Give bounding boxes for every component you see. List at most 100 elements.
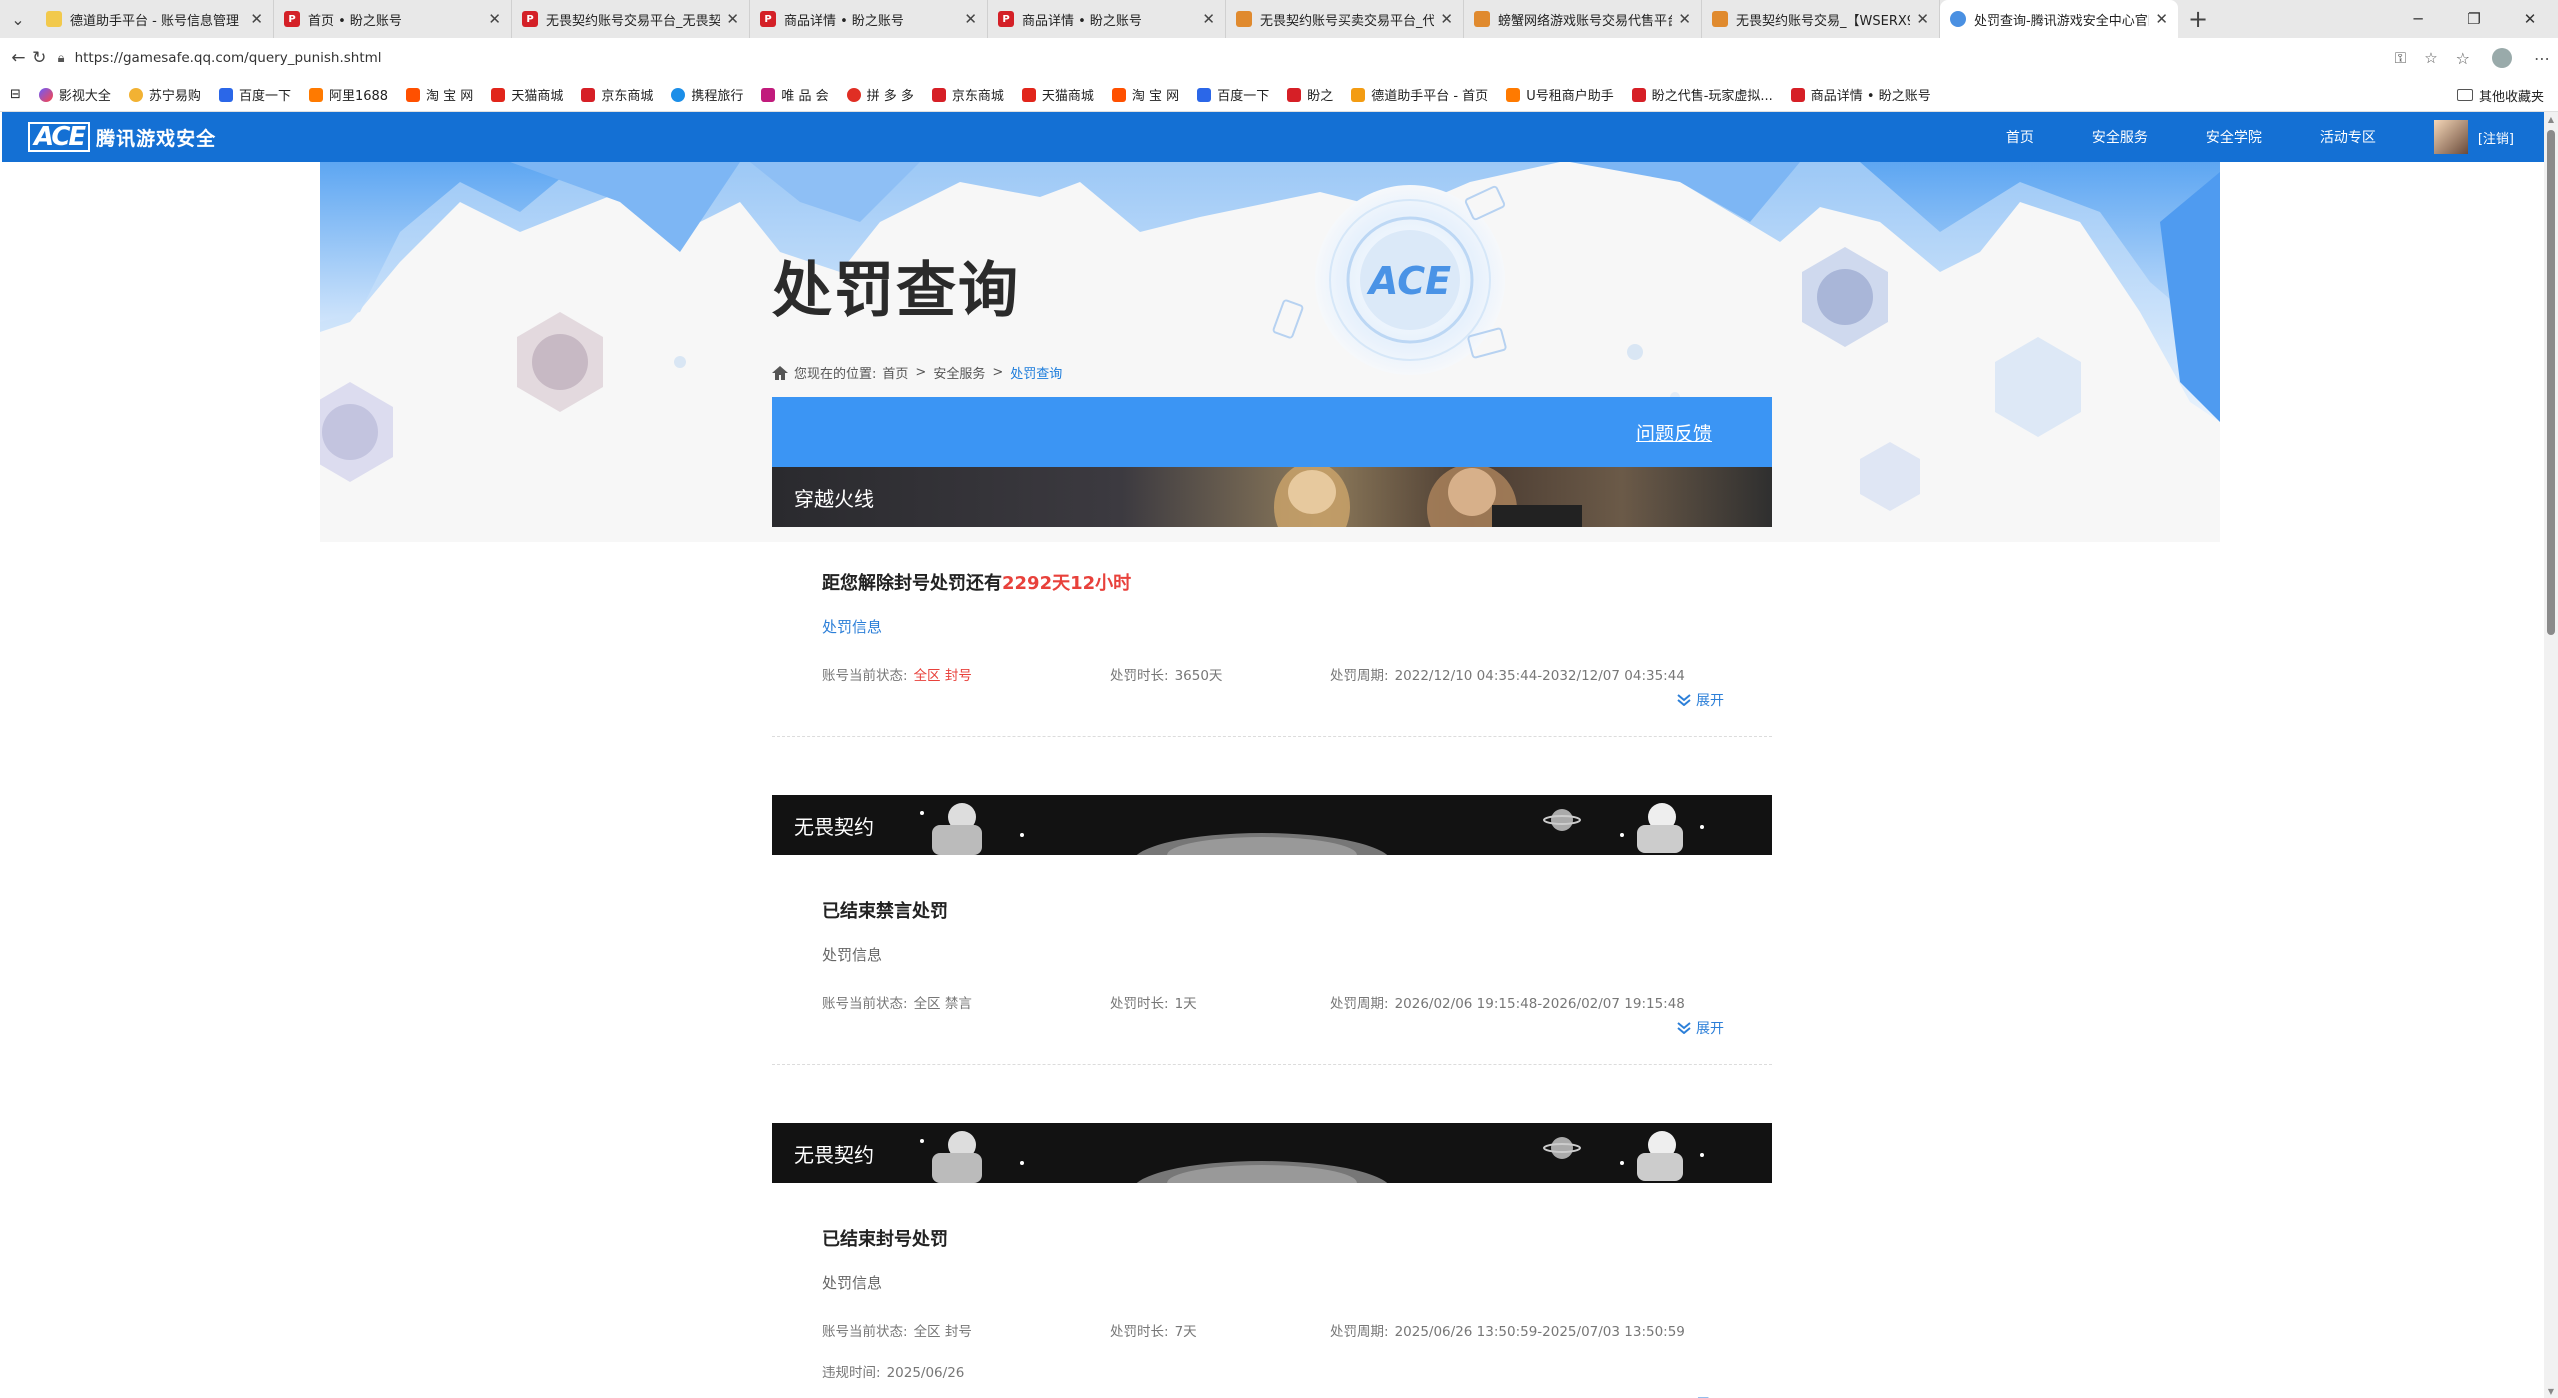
back-arrow-icon[interactable]: ← — [8, 42, 29, 74]
dog-favicon-icon — [46, 11, 62, 27]
bookmark-item[interactable]: 淘 宝 网 — [1111, 85, 1179, 104]
bookmark-item[interactable]: 拼 多 多 — [846, 85, 914, 104]
bookmark-item[interactable]: 淘 宝 网 — [406, 85, 473, 104]
bookmark-item[interactable]: 商品详情 • 盼之账号 — [1790, 85, 1931, 104]
browser-tab[interactable]: 无畏契约账号买卖交易平台_代售买 ✕ — [1226, 0, 1464, 38]
tab-list-chevron-icon[interactable]: ⌄ — [0, 0, 36, 38]
bookmark-item[interactable]: 京东商城 — [581, 85, 653, 104]
bookmark-favicon-icon — [761, 87, 776, 102]
tiger-favicon-icon — [1474, 11, 1490, 27]
reload-icon[interactable]: ↻ — [29, 42, 50, 74]
breadcrumb-current[interactable]: 处罚查询 — [1010, 363, 1062, 382]
favorite-star-icon[interactable]: ☆ — [2424, 49, 2437, 67]
site-logo[interactable]: ACE 腾讯游戏安全 — [28, 122, 216, 152]
scroll-down-arrow-icon[interactable]: ▼ — [2544, 1384, 2558, 1398]
favorites-list-icon[interactable]: ☆ — [2456, 49, 2470, 68]
logout-link[interactable]: [注销] — [2478, 128, 2514, 147]
bookmark-item[interactable]: 盼之 — [1287, 85, 1333, 104]
logo-text: 腾讯游戏安全 — [96, 127, 217, 150]
bookmark-favicon-icon — [1287, 87, 1302, 102]
browser-tab[interactable]: 螃蟹网络游戏账号交易代售平台-全 ✕ — [1464, 0, 1702, 38]
bookmark-item[interactable]: 天猫商城 — [491, 85, 563, 104]
expand-button[interactable]: 展开 — [1676, 690, 1724, 710]
tab-label: 螃蟹网络游戏账号交易代售平台-全 — [1498, 13, 1672, 29]
bookmark-item[interactable]: 影视大全 — [38, 85, 111, 104]
breadcrumb-security-services[interactable]: 安全服务 — [933, 363, 985, 382]
close-icon[interactable]: ✕ — [1202, 10, 1215, 28]
punishment-info-link[interactable]: 处罚信息 — [822, 616, 882, 637]
bookmark-item[interactable]: 百度一下 — [218, 85, 291, 104]
bookmark-item[interactable]: 百度一下 — [1197, 85, 1269, 104]
scrollbar-thumb[interactable] — [2547, 130, 2555, 635]
window-controls: ─ ❐ ✕ — [2390, 0, 2558, 38]
nav-home[interactable]: 首页 — [2006, 127, 2034, 147]
status-label: 账号当前状态: — [822, 996, 908, 1012]
more-menu-icon[interactable]: ⋯ — [2534, 49, 2550, 68]
nav-security-services[interactable]: 安全服务 — [2092, 127, 2148, 147]
expand-label: 展开 — [1696, 1021, 1724, 1037]
close-icon[interactable]: ✕ — [250, 10, 263, 28]
site-header: ACE 腾讯游戏安全 首页 安全服务 安全学院 活动专区 [注销] — [2, 112, 2544, 162]
user-avatar[interactable] — [2433, 120, 2468, 154]
browser-tab[interactable]: P 无畏契约账号交易平台_无畏契约 ✕ — [512, 0, 750, 38]
period-label: 处罚周期: — [1330, 1324, 1389, 1340]
bookmark-item[interactable]: U号租商户助手 — [1506, 85, 1614, 104]
restore-icon[interactable]: ❐ — [2446, 0, 2502, 38]
game-name: 穿越火线 — [794, 487, 874, 511]
key-icon[interactable]: ⚿ — [2395, 49, 2406, 67]
profile-avatar[interactable] — [2492, 48, 2512, 68]
bookmark-item[interactable]: 苏宁易购 — [128, 85, 201, 104]
breadcrumb-home[interactable]: 首页 — [882, 363, 908, 382]
expand-button[interactable]: 展开 — [1676, 1394, 1724, 1398]
bookmark-favicon-icon — [846, 87, 861, 102]
game-name: 无畏契约 — [794, 815, 874, 839]
bookmark-item[interactable]: 德道助手平台 - 首页 — [1351, 85, 1488, 104]
browser-tab[interactable]: P 商品详情 • 盼之账号 ✕ — [988, 0, 1226, 38]
site-info-icon[interactable]: 🔒︎ — [58, 51, 65, 66]
feedback-link[interactable]: 问题反馈 — [1636, 419, 1712, 446]
bookmark-item[interactable]: 唯 品 会 — [761, 85, 829, 104]
minimize-icon[interactable]: ─ — [2390, 0, 2446, 38]
browser-tab-active[interactable]: 处罚查询-腾讯游戏安全中心官网- ✕ — [1940, 0, 2178, 38]
close-icon[interactable]: ✕ — [1678, 10, 1691, 28]
browser-tab[interactable]: 德道助手平台 - 账号信息管理 ✕ — [36, 0, 274, 38]
status-value: 全区 禁言 — [913, 996, 972, 1012]
url-field[interactable]: 🔒︎ https://gamesafe.qq.com/query_punish.… — [58, 43, 2438, 73]
browser-tab[interactable]: 无畏契约账号交易_【WSERX9353】 ✕ — [1702, 0, 1940, 38]
close-icon[interactable]: ✕ — [2155, 10, 2168, 28]
bookmark-item[interactable]: 天猫商城 — [1021, 85, 1094, 104]
close-icon[interactable]: ✕ — [1916, 10, 1929, 28]
tab-label: 商品详情 • 盼之账号 — [1022, 13, 1142, 29]
bookmark-favicon-icon — [1111, 87, 1126, 102]
bookmark-item[interactable]: 阿里1688 — [308, 85, 388, 104]
reading-mode-icon[interactable]: ⊟ — [10, 87, 21, 102]
bookmark-label: 携程旅行 — [691, 89, 744, 104]
scroll-up-arrow-icon[interactable]: ▲ — [2544, 112, 2558, 126]
nav-security-academy[interactable]: 安全学院 — [2206, 127, 2262, 147]
page-scrollbar[interactable]: ▲ ▼ — [2544, 112, 2558, 1398]
new-tab-plus-icon[interactable]: + — [2178, 0, 2218, 38]
close-icon[interactable]: ✕ — [488, 10, 501, 28]
expand-button[interactable]: 展开 — [1676, 1018, 1724, 1038]
double-chevron-down-icon — [1677, 1022, 1691, 1034]
punishment-info-link[interactable]: 处罚信息 — [822, 1272, 882, 1293]
close-icon[interactable]: ✕ — [726, 10, 739, 28]
window-close-icon[interactable]: ✕ — [2502, 0, 2558, 38]
period-label: 处罚周期: — [1330, 996, 1389, 1012]
game-banner-valorant: 无畏契约 — [772, 1123, 1772, 1183]
punishment-info-link[interactable]: 处罚信息 — [822, 944, 882, 965]
game-name: 无畏契约 — [794, 1143, 874, 1167]
expand-label: 展开 — [1696, 693, 1724, 709]
bookmark-item[interactable]: 京东商城 — [931, 85, 1004, 104]
browser-tab[interactable]: P 首页 • 盼之账号 ✕ — [274, 0, 512, 38]
nav-events[interactable]: 活动专区 — [2320, 127, 2376, 147]
close-icon[interactable]: ✕ — [964, 10, 977, 28]
browser-tab[interactable]: P 商品详情 • 盼之账号 ✕ — [750, 0, 988, 38]
bookmark-favicon-icon — [1197, 87, 1212, 102]
bookmark-favicon-icon — [1351, 87, 1366, 102]
bookmark-favicon-icon — [38, 87, 53, 102]
bookmark-item[interactable]: 盼之代售-玩家虚拟... — [1631, 85, 1773, 104]
close-icon[interactable]: ✕ — [1440, 10, 1453, 28]
bookmark-item[interactable]: 携程旅行 — [671, 85, 743, 104]
other-bookmarks-folder[interactable]: 其他收藏夹 — [2456, 78, 2544, 112]
